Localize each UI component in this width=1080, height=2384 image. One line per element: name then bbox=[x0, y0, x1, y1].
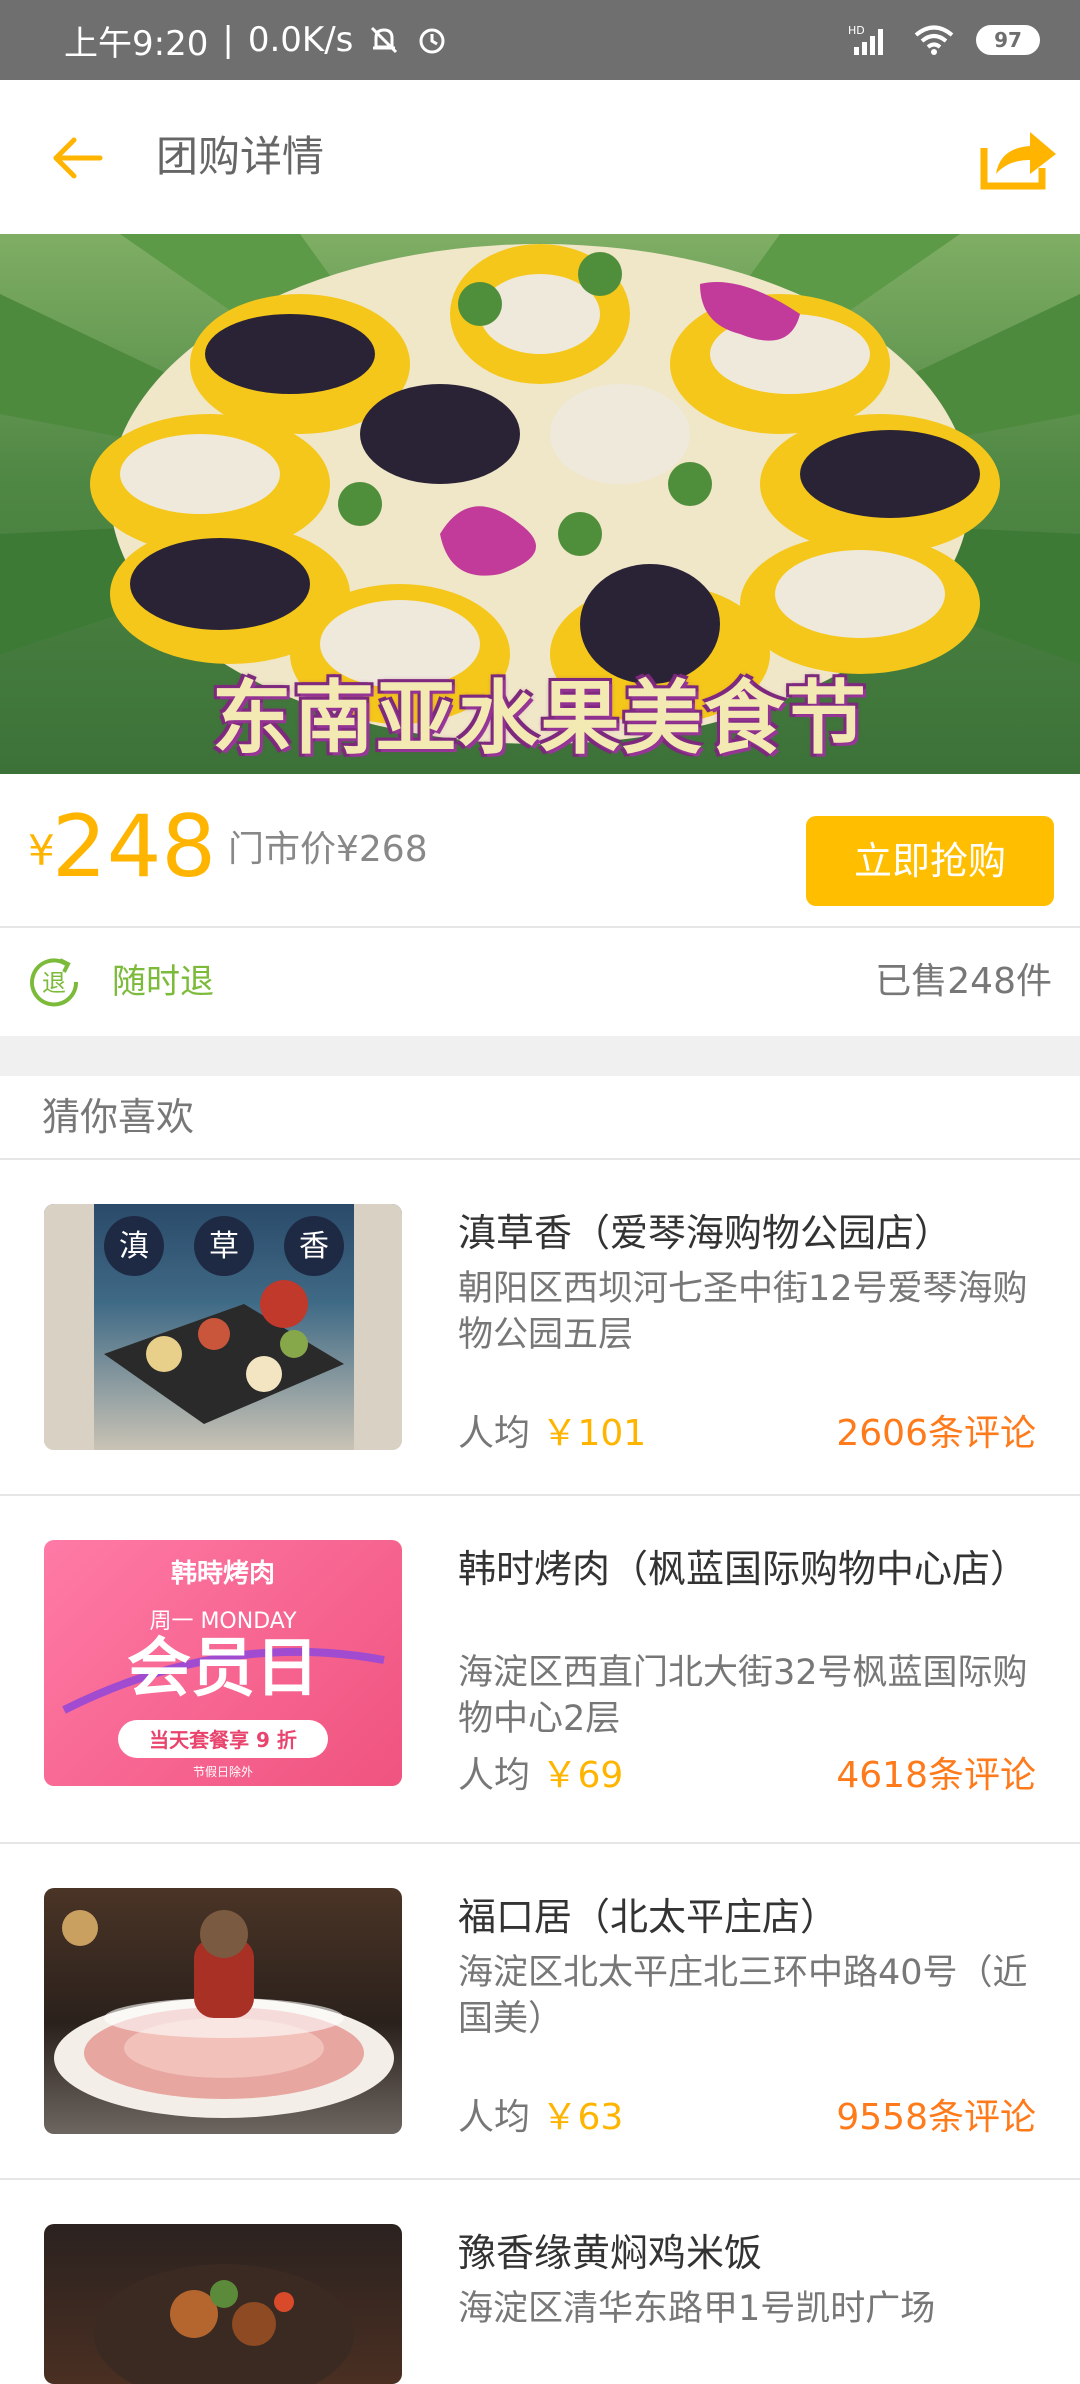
lamb-platter-illustration bbox=[54, 1910, 394, 2118]
item-address: 海淀区清华东路甲1号凯时广场 bbox=[458, 2289, 936, 2329]
item-name: 福口居（北太平庄店） bbox=[458, 1895, 839, 1939]
avg-label: 人均 bbox=[458, 1413, 531, 1454]
share-icon[interactable] bbox=[980, 124, 1060, 190]
avg-value: ￥101 bbox=[541, 1413, 647, 1454]
avg-value: ￥63 bbox=[541, 2097, 624, 2138]
item-thumbnail bbox=[44, 2224, 402, 2384]
section-title: 猜你喜欢 bbox=[42, 1095, 195, 1139]
item-average-price: 人均 ￥69 bbox=[458, 1746, 623, 1798]
item-average-price: 人均 ￥63 bbox=[458, 2088, 623, 2140]
section-gap bbox=[0, 1036, 1080, 1076]
refund-label: 随时退 bbox=[112, 962, 214, 1002]
status-time: 上午9:20 bbox=[64, 23, 209, 64]
thumb-char: 滇 bbox=[119, 1229, 149, 1264]
item-average-price: 人均 ￥101 bbox=[458, 1404, 646, 1456]
thumb-title: 会员日 bbox=[127, 1632, 319, 1706]
wifi-icon bbox=[914, 25, 954, 55]
braised-chicken-illustration bbox=[94, 2264, 354, 2384]
item-thumbnail: 韩時烤肉 周一 MONDAY 会员日 当天套餐享 9 折 节假日除外 bbox=[44, 1540, 402, 1786]
app-header: 团购详情 bbox=[0, 80, 1080, 234]
item-name: 韩时烤肉（枫蓝国际购物中心店） bbox=[458, 1547, 1029, 1591]
item-review-count: 2606条评论 bbox=[836, 1413, 1036, 1454]
avg-label: 人均 bbox=[458, 1755, 531, 1796]
sold-count: 已售248件 bbox=[875, 961, 1052, 1002]
page-title: 团购详情 bbox=[156, 132, 325, 181]
currency-symbol: ¥ bbox=[28, 826, 55, 875]
item-address: 海淀区北太平庄北三环中路40号（近国美） bbox=[458, 1953, 1028, 2039]
hero-banner-text: 东南亚水果美食节 bbox=[212, 672, 868, 765]
refund-row: 退 随时退 已售248件 bbox=[0, 928, 1080, 1036]
status-right: HD 97 bbox=[848, 0, 1040, 80]
status-left: 上午9:20 | 0.0K/s bbox=[64, 0, 449, 80]
member-day-promo: 韩時烤肉 周一 MONDAY 会员日 当天套餐享 9 折 节假日除外 bbox=[62, 1559, 385, 1779]
item-name: 滇草香（爱琴海购物公园店） bbox=[458, 1211, 953, 1255]
status-network-speed: 0.0K/s bbox=[247, 20, 354, 60]
status-bar: 上午9:20 | 0.0K/s HD 97 bbox=[0, 0, 1080, 80]
buy-now-button[interactable]: 立即抢购 bbox=[806, 816, 1054, 906]
thumb-day: 周一 MONDAY bbox=[149, 1609, 297, 1634]
signal-hd-label: HD bbox=[848, 24, 865, 37]
item-thumbnail bbox=[44, 1888, 402, 2134]
item-name: 豫香缘黄焖鸡米饭 bbox=[458, 2231, 763, 2275]
thumb-brand: 韩時烤肉 bbox=[171, 1559, 275, 1589]
item-review-count: 4618条评论 bbox=[836, 1755, 1036, 1796]
thumb-discount: 当天套餐享 9 折 bbox=[149, 1728, 297, 1752]
avg-value: ￥69 bbox=[541, 1755, 624, 1796]
back-arrow-icon[interactable] bbox=[48, 128, 108, 188]
list-item[interactable]: 福口居（北太平庄店） 海淀区北太平庄北三环中路40号（近国美） 人均 ￥63 9… bbox=[0, 1844, 1080, 2190]
cell-signal-icon: HD bbox=[848, 24, 883, 55]
price-row: ¥ 248 门市价¥268 立即抢购 bbox=[0, 774, 1080, 926]
deal-price: 248 bbox=[52, 797, 217, 897]
svg-text:退: 退 bbox=[42, 969, 66, 997]
hero-banner-image: 东南亚水果美食节 bbox=[0, 234, 1080, 774]
item-address: 朝阳区西坝河七圣中街12号爱琴海购物公园五层 bbox=[458, 1269, 1028, 1355]
market-price: 门市价¥268 bbox=[228, 829, 428, 870]
item-review-count: 9558条评论 bbox=[836, 2097, 1036, 2138]
hotpot-illustration: 滇 草 香 bbox=[44, 1204, 402, 1450]
alarm-icon bbox=[419, 28, 445, 54]
thumb-char: 草 bbox=[209, 1229, 239, 1264]
battery-indicator: 97 bbox=[976, 25, 1040, 55]
thumb-note: 节假日除外 bbox=[193, 1764, 253, 1779]
list-item[interactable]: 滇 草 香 滇草香（爱琴海购物公园店） 朝阳区西坝河七圣中街12号爱琴海购物公园… bbox=[0, 1160, 1080, 1506]
status-separator: | bbox=[222, 20, 234, 60]
item-address: 海淀区西直门北大街32号枫蓝国际购物中心2层 bbox=[458, 1653, 1028, 1739]
list-item[interactable]: 韩時烤肉 周一 MONDAY 会员日 当天套餐享 9 折 节假日除外 韩时烤肉（… bbox=[0, 1496, 1080, 1842]
item-thumbnail: 滇 草 香 bbox=[44, 1204, 402, 1450]
avg-label: 人均 bbox=[458, 2097, 531, 2138]
list-item[interactable]: 豫香缘黄焖鸡米饭 海淀区清华东路甲1号凯时广场 bbox=[0, 2180, 1080, 2384]
refund-icon: 退 bbox=[30, 958, 79, 1007]
thumb-char: 香 bbox=[299, 1229, 329, 1264]
mute-bell-icon bbox=[371, 26, 398, 54]
